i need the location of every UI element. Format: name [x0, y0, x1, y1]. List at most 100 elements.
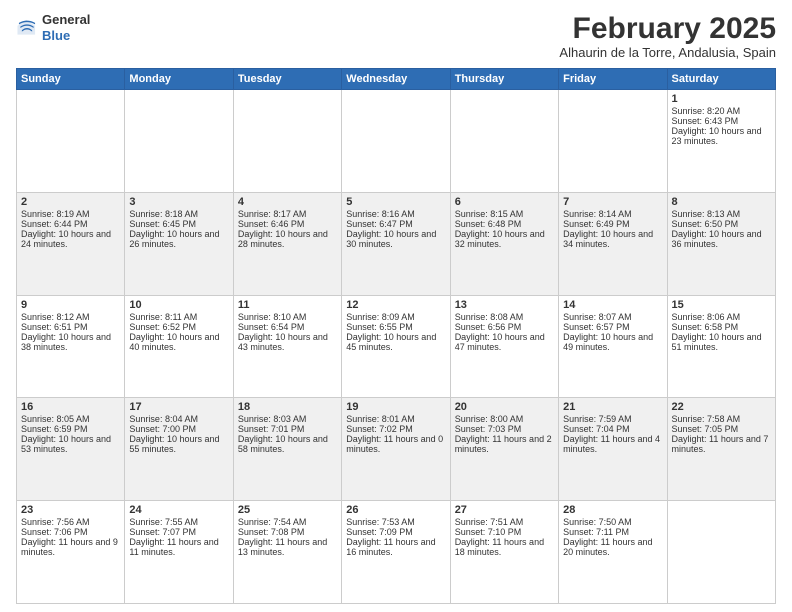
calendar-table: SundayMondayTuesdayWednesdayThursdayFrid…	[16, 68, 776, 604]
day-number: 23	[21, 504, 120, 516]
calendar-cell: 4Sunrise: 8:17 AMSunset: 6:46 PMDaylight…	[233, 192, 341, 295]
calendar-cell: 28Sunrise: 7:50 AMSunset: 7:11 PMDayligh…	[559, 501, 667, 604]
day-info: Sunset: 7:11 PM	[563, 527, 662, 537]
day-info: Daylight: 10 hours and 55 minutes.	[129, 434, 228, 454]
calendar-cell: 18Sunrise: 8:03 AMSunset: 7:01 PMDayligh…	[233, 398, 341, 501]
day-info: Sunset: 7:08 PM	[238, 527, 337, 537]
day-info: Sunrise: 8:05 AM	[21, 414, 120, 424]
calendar-cell: 26Sunrise: 7:53 AMSunset: 7:09 PMDayligh…	[342, 501, 450, 604]
day-info: Sunset: 6:49 PM	[563, 219, 662, 229]
day-info: Daylight: 11 hours and 7 minutes.	[672, 434, 771, 454]
calendar-cell: 1Sunrise: 8:20 AMSunset: 6:43 PMDaylight…	[667, 90, 775, 193]
day-info: Daylight: 10 hours and 28 minutes.	[238, 229, 337, 249]
day-number: 15	[672, 299, 771, 311]
day-info: Sunset: 6:50 PM	[672, 219, 771, 229]
day-info: Sunrise: 7:59 AM	[563, 414, 662, 424]
day-info: Sunrise: 8:13 AM	[672, 209, 771, 219]
day-info: Sunrise: 7:55 AM	[129, 517, 228, 527]
month-year: February 2025	[559, 12, 776, 45]
day-info: Sunrise: 8:04 AM	[129, 414, 228, 424]
day-info: Sunrise: 8:18 AM	[129, 209, 228, 219]
day-info: Sunrise: 8:07 AM	[563, 312, 662, 322]
day-info: Sunset: 6:58 PM	[672, 322, 771, 332]
day-info: Sunset: 7:04 PM	[563, 424, 662, 434]
day-info: Sunrise: 8:12 AM	[21, 312, 120, 322]
calendar-cell: 12Sunrise: 8:09 AMSunset: 6:55 PMDayligh…	[342, 295, 450, 398]
day-number: 11	[238, 299, 337, 311]
day-number: 7	[563, 196, 662, 208]
day-info: Daylight: 10 hours and 40 minutes.	[129, 332, 228, 352]
day-info: Sunset: 7:02 PM	[346, 424, 445, 434]
day-info: Daylight: 11 hours and 9 minutes.	[21, 537, 120, 557]
day-info: Sunset: 6:59 PM	[21, 424, 120, 434]
calendar-cell: 20Sunrise: 8:00 AMSunset: 7:03 PMDayligh…	[450, 398, 558, 501]
calendar-cell: 25Sunrise: 7:54 AMSunset: 7:08 PMDayligh…	[233, 501, 341, 604]
day-info: Daylight: 11 hours and 4 minutes.	[563, 434, 662, 454]
day-info: Daylight: 11 hours and 2 minutes.	[455, 434, 554, 454]
day-number: 22	[672, 401, 771, 413]
calendar-week-2: 2Sunrise: 8:19 AMSunset: 6:44 PMDaylight…	[17, 192, 776, 295]
calendar-cell: 22Sunrise: 7:58 AMSunset: 7:05 PMDayligh…	[667, 398, 775, 501]
day-number: 20	[455, 401, 554, 413]
day-info: Daylight: 10 hours and 49 minutes.	[563, 332, 662, 352]
day-header-sunday: Sunday	[17, 69, 125, 90]
day-number: 19	[346, 401, 445, 413]
calendar-week-4: 16Sunrise: 8:05 AMSunset: 6:59 PMDayligh…	[17, 398, 776, 501]
day-number: 5	[346, 196, 445, 208]
day-info: Sunrise: 8:20 AM	[672, 106, 771, 116]
day-info: Daylight: 10 hours and 53 minutes.	[21, 434, 120, 454]
day-info: Sunset: 7:06 PM	[21, 527, 120, 537]
day-number: 6	[455, 196, 554, 208]
day-info: Sunset: 7:09 PM	[346, 527, 445, 537]
calendar-cell: 24Sunrise: 7:55 AMSunset: 7:07 PMDayligh…	[125, 501, 233, 604]
day-number: 4	[238, 196, 337, 208]
day-info: Sunrise: 8:00 AM	[455, 414, 554, 424]
day-info: Daylight: 10 hours and 34 minutes.	[563, 229, 662, 249]
day-number: 10	[129, 299, 228, 311]
day-info: Daylight: 10 hours and 26 minutes.	[129, 229, 228, 249]
day-info: Sunset: 7:01 PM	[238, 424, 337, 434]
day-number: 14	[563, 299, 662, 311]
day-number: 1	[672, 93, 771, 105]
day-info: Sunrise: 7:50 AM	[563, 517, 662, 527]
day-number: 24	[129, 504, 228, 516]
day-info: Daylight: 10 hours and 45 minutes.	[346, 332, 445, 352]
calendar-cell	[667, 501, 775, 604]
day-info: Daylight: 10 hours and 30 minutes.	[346, 229, 445, 249]
calendar-cell: 7Sunrise: 8:14 AMSunset: 6:49 PMDaylight…	[559, 192, 667, 295]
day-info: Daylight: 10 hours and 47 minutes.	[455, 332, 554, 352]
day-info: Sunset: 6:48 PM	[455, 219, 554, 229]
day-number: 16	[21, 401, 120, 413]
calendar-cell: 11Sunrise: 8:10 AMSunset: 6:54 PMDayligh…	[233, 295, 341, 398]
day-info: Sunset: 7:00 PM	[129, 424, 228, 434]
calendar-cell: 19Sunrise: 8:01 AMSunset: 7:02 PMDayligh…	[342, 398, 450, 501]
day-info: Sunset: 7:10 PM	[455, 527, 554, 537]
day-info: Daylight: 10 hours and 43 minutes.	[238, 332, 337, 352]
day-header-wednesday: Wednesday	[342, 69, 450, 90]
calendar-cell: 10Sunrise: 8:11 AMSunset: 6:52 PMDayligh…	[125, 295, 233, 398]
calendar-cell: 15Sunrise: 8:06 AMSunset: 6:58 PMDayligh…	[667, 295, 775, 398]
day-info: Daylight: 11 hours and 18 minutes.	[455, 537, 554, 557]
day-info: Sunrise: 7:53 AM	[346, 517, 445, 527]
day-info: Daylight: 10 hours and 32 minutes.	[455, 229, 554, 249]
day-header-monday: Monday	[125, 69, 233, 90]
day-number: 18	[238, 401, 337, 413]
day-number: 21	[563, 401, 662, 413]
logo-icon	[16, 17, 38, 39]
day-number: 13	[455, 299, 554, 311]
day-header-saturday: Saturday	[667, 69, 775, 90]
day-info: Daylight: 11 hours and 0 minutes.	[346, 434, 445, 454]
calendar-cell: 27Sunrise: 7:51 AMSunset: 7:10 PMDayligh…	[450, 501, 558, 604]
day-info: Sunrise: 8:10 AM	[238, 312, 337, 322]
calendar-week-5: 23Sunrise: 7:56 AMSunset: 7:06 PMDayligh…	[17, 501, 776, 604]
day-info: Sunset: 6:44 PM	[21, 219, 120, 229]
day-info: Daylight: 11 hours and 11 minutes.	[129, 537, 228, 557]
day-info: Sunset: 6:57 PM	[563, 322, 662, 332]
day-number: 27	[455, 504, 554, 516]
day-info: Sunrise: 8:08 AM	[455, 312, 554, 322]
calendar-cell	[450, 90, 558, 193]
day-number: 28	[563, 504, 662, 516]
day-info: Sunrise: 8:17 AM	[238, 209, 337, 219]
day-info: Daylight: 10 hours and 38 minutes.	[21, 332, 120, 352]
calendar-cell: 8Sunrise: 8:13 AMSunset: 6:50 PMDaylight…	[667, 192, 775, 295]
